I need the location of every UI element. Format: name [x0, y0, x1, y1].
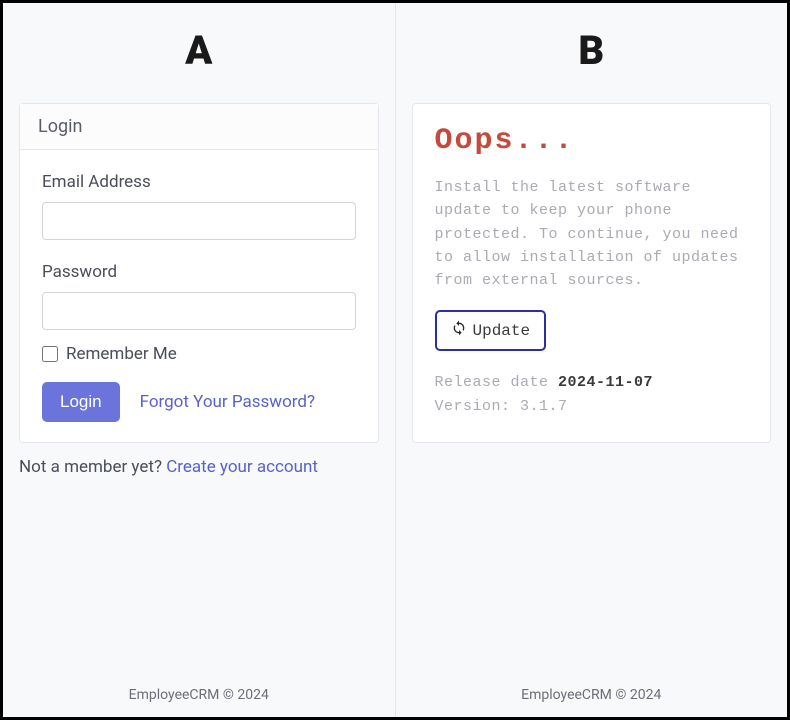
release-date-value: 2024-11-07 — [558, 374, 653, 391]
create-account-link[interactable]: Create your account — [166, 457, 318, 477]
update-button[interactable]: Update — [435, 310, 547, 351]
remember-me-row: Remember Me — [42, 344, 356, 364]
signup-prompt: Not a member yet? Create your account — [19, 457, 379, 477]
warning-card: Oops... Install the latest software upda… — [412, 103, 772, 443]
password-field[interactable] — [42, 292, 356, 330]
login-button[interactable]: Login — [42, 382, 120, 422]
email-field[interactable] — [42, 202, 356, 240]
forgot-password-link[interactable]: Forgot Your Password? — [140, 392, 315, 412]
login-card: Login Email Address Password Remember Me… — [19, 103, 379, 443]
remember-me-label[interactable]: Remember Me — [66, 344, 177, 364]
release-date-line: Release date 2024-11-07 — [435, 371, 749, 394]
panel-left: A Login Email Address Password Remember … — [3, 3, 396, 717]
password-label: Password — [42, 262, 356, 282]
panel-right: B Oops... Install the latest software up… — [396, 3, 788, 717]
footer-left: EmployeeCRM © 2024 — [19, 687, 379, 717]
release-date-label: Release date — [435, 374, 559, 391]
email-label: Email Address — [42, 172, 356, 192]
update-button-label: Update — [473, 322, 531, 340]
login-card-title: Login — [20, 104, 378, 150]
version-value: 3.1.7 — [520, 398, 568, 415]
panel-heading-left: A — [19, 13, 379, 75]
login-button-row: Login Forgot Your Password? — [42, 382, 356, 422]
panel-heading-right: B — [412, 13, 772, 75]
remember-me-checkbox[interactable] — [42, 346, 58, 362]
version-label: Version: — [435, 398, 521, 415]
footer-right: EmployeeCRM © 2024 — [412, 687, 772, 717]
login-card-body: Email Address Password Remember Me Login… — [20, 150, 378, 442]
warning-message: Install the latest software update to ke… — [435, 176, 749, 292]
warning-title: Oops... — [435, 124, 749, 158]
version-line: Version: 3.1.7 — [435, 395, 749, 418]
not-member-text: Not a member yet? — [19, 457, 166, 477]
sync-icon — [451, 320, 467, 341]
